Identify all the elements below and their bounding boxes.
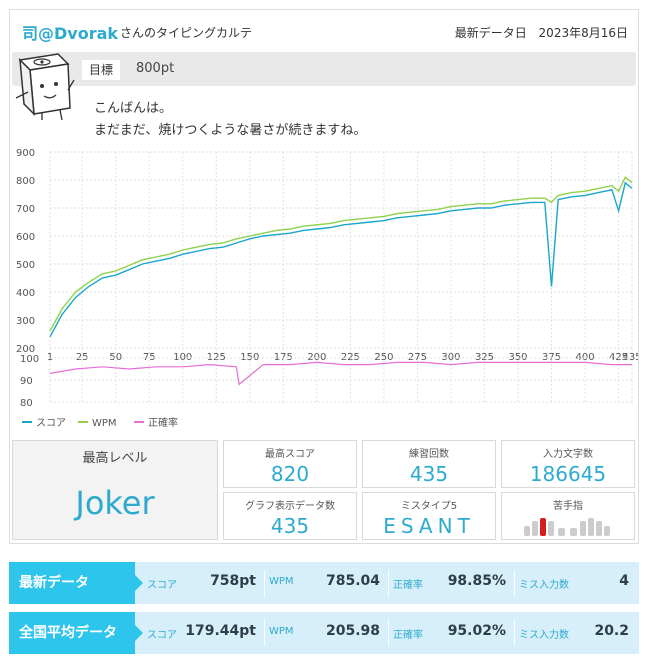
national-miss-cell: ミス入力数 20.2 bbox=[515, 620, 637, 646]
latest-wpm-key: WPM bbox=[269, 576, 294, 587]
stats-panel: 最高レベル Joker 最高スコア 820 練習回数 435 入力文字数 186… bbox=[12, 440, 636, 540]
national-miss-key: ミス入力数 bbox=[519, 630, 569, 641]
y-tick-label: 600 bbox=[16, 232, 35, 243]
header: 司@Dvorak さんのタイピングカルテ 最新データ日 2023年8月16日 bbox=[10, 10, 638, 48]
latest-data-row: 最新データ スコア 758pt WPM 785.04 正確率 98.85% ミス… bbox=[9, 562, 639, 604]
national-wpm-key: WPM bbox=[269, 626, 294, 637]
national-avg-row: 全国平均データ スコア 179.44pt WPM 205.98 正確率 95.0… bbox=[9, 612, 639, 654]
latest-miss-value: 4 bbox=[619, 573, 629, 589]
max-level-label: 最高レベル bbox=[82, 451, 148, 466]
latest-accuracy-value: 98.85% bbox=[447, 573, 506, 589]
y-tick-label: 800 bbox=[16, 176, 35, 187]
stat-max-score: 最高スコア 820 bbox=[223, 440, 357, 488]
stat-max-score-value: 820 bbox=[270, 462, 310, 486]
max-level-box: 最高レベル Joker bbox=[12, 440, 218, 540]
stat-graph-count: グラフ表示データ数 435 bbox=[223, 492, 357, 540]
legend-label-1: WPM bbox=[92, 418, 117, 429]
latest-wpm-value: 785.04 bbox=[325, 573, 380, 589]
y-tick-label: 300 bbox=[16, 316, 35, 327]
stat-input-chars-label: 入力文字数 bbox=[543, 449, 593, 460]
stat-graph-count-value: 435 bbox=[270, 514, 310, 538]
latest-score-cell: スコア 758pt bbox=[143, 570, 265, 596]
acc-y-tick-label: 100 bbox=[20, 354, 39, 365]
y-tick-label: 900 bbox=[16, 148, 35, 159]
y-tick-label: 500 bbox=[16, 260, 35, 271]
latest-wpm-cell: WPM 785.04 bbox=[265, 570, 389, 596]
series-line-1 bbox=[49, 176, 633, 332]
x-tick-label: 75 bbox=[143, 352, 156, 363]
weak-finger-hand-icon bbox=[524, 518, 610, 536]
acc-y-tick-label: 80 bbox=[20, 398, 33, 409]
goal-bar: 目標 800pt bbox=[12, 52, 636, 86]
stat-practice-count-value: 435 bbox=[409, 462, 449, 486]
national-miss-value: 20.2 bbox=[594, 623, 629, 639]
y-tick-label: 400 bbox=[16, 288, 35, 299]
latest-accuracy-key: 正確率 bbox=[393, 580, 423, 591]
mascot-icon bbox=[15, 53, 75, 121]
stat-graph-count-label: グラフ表示データ数 bbox=[245, 501, 335, 512]
national-wpm-value: 205.98 bbox=[325, 623, 380, 639]
score-chart-svg: 1255075100125150175200225250275300325350… bbox=[16, 148, 642, 429]
stat-mistype-label: ミスタイプ5 bbox=[400, 501, 458, 512]
national-score-value: 179.44pt bbox=[185, 623, 256, 639]
latest-date-label: 最新データ日 bbox=[454, 26, 527, 40]
stat-weak-finger-label: 苦手指 bbox=[553, 501, 583, 512]
latest-score-value: 758pt bbox=[210, 573, 256, 589]
national-avg-title: 全国平均データ bbox=[9, 612, 143, 654]
stat-mistype-top5: ミスタイプ5 ESANT bbox=[362, 492, 496, 540]
karte-title: さんのタイピングカルテ bbox=[120, 26, 253, 40]
stat-input-chars: 入力文字数 186645 bbox=[501, 440, 635, 488]
latest-date-value: 2023年8月16日 bbox=[538, 26, 628, 40]
score-chart: 1255075100125150175200225250275300325350… bbox=[10, 140, 642, 430]
legend-label-2: 正確率 bbox=[148, 416, 178, 429]
stat-practice-count: 練習回数 435 bbox=[362, 440, 496, 488]
national-accuracy-cell: 正確率 95.02% bbox=[389, 620, 515, 646]
greeting-message: こんばんは。 まだまだ、焼けつくような暑さが続きますね。 bbox=[94, 98, 366, 142]
latest-miss-cell: ミス入力数 4 bbox=[515, 570, 637, 596]
goal-label: 目標 bbox=[82, 60, 120, 80]
goal-value: 800pt bbox=[136, 61, 175, 76]
greeting-line-1: こんばんは。 bbox=[94, 101, 173, 116]
accuracy-line bbox=[49, 361, 632, 386]
max-level-value: Joker bbox=[75, 484, 155, 522]
user-name[interactable]: 司@Dvorak bbox=[22, 20, 118, 44]
legend-label-0: スコア bbox=[36, 418, 66, 429]
stat-practice-count-label: 練習回数 bbox=[409, 449, 449, 460]
stat-mistype-value: ESANT bbox=[383, 514, 475, 538]
typing-karte-card: 司@Dvorak さんのタイピングカルテ 最新データ日 2023年8月16日 目… bbox=[9, 9, 642, 544]
stat-weak-finger: 苦手指 bbox=[501, 492, 635, 540]
latest-data-title: 最新データ bbox=[9, 562, 143, 604]
national-score-cell: スコア 179.44pt bbox=[143, 620, 265, 646]
national-score-key: スコア bbox=[147, 630, 177, 641]
stat-max-score-label: 最高スコア bbox=[265, 449, 315, 460]
stat-input-chars-value: 186645 bbox=[529, 462, 607, 486]
acc-y-tick-label: 90 bbox=[20, 376, 33, 387]
latest-miss-key: ミス入力数 bbox=[519, 580, 569, 591]
greeting-line-2: まだまだ、焼けつくような暑さが続きますね。 bbox=[94, 123, 367, 138]
y-tick-label: 700 bbox=[16, 204, 35, 215]
latest-date: 最新データ日 2023年8月16日 bbox=[447, 24, 628, 41]
national-wpm-cell: WPM 205.98 bbox=[265, 620, 389, 646]
latest-accuracy-cell: 正確率 98.85% bbox=[389, 570, 515, 596]
national-accuracy-value: 95.02% bbox=[447, 623, 506, 639]
series-line-0 bbox=[49, 181, 633, 338]
latest-score-key: スコア bbox=[147, 580, 177, 591]
national-accuracy-key: 正確率 bbox=[393, 630, 423, 641]
